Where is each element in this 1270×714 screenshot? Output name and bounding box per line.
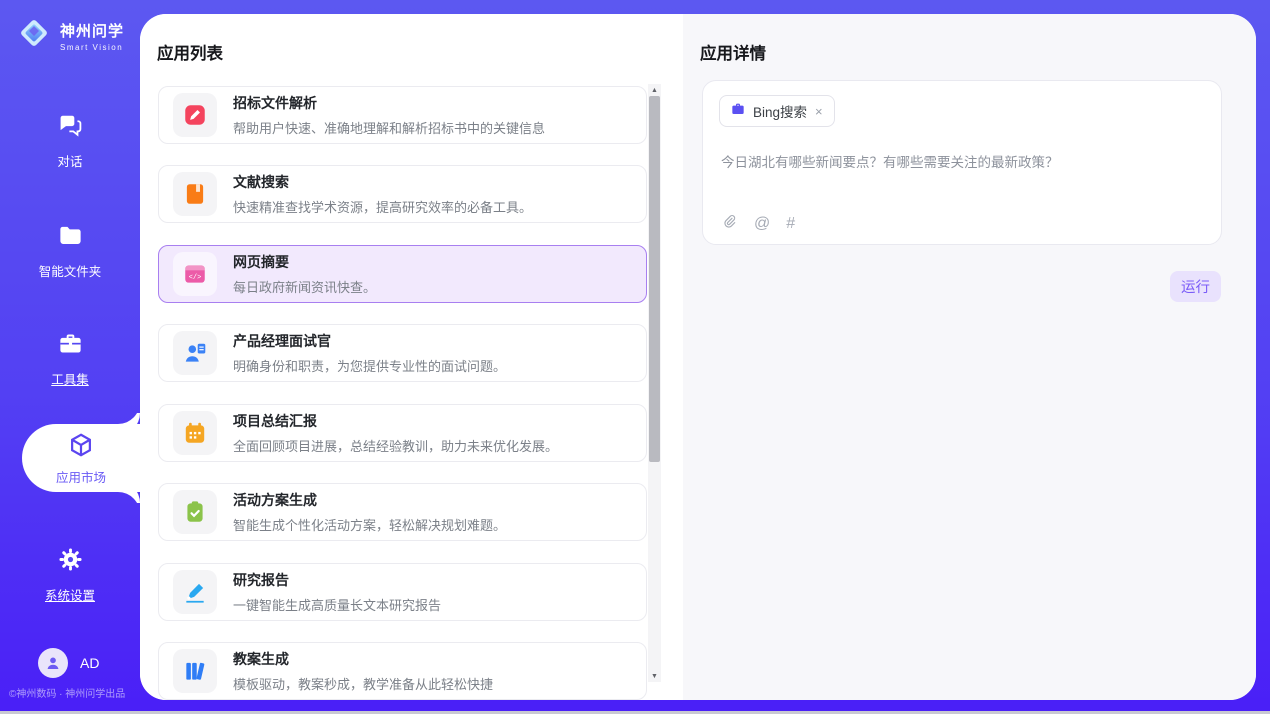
sidebar-item-label: 系统设置 [45,585,95,604]
cube-icon [67,431,95,464]
scroll-up-icon[interactable]: ▲ [648,84,661,96]
folder-icon [57,222,84,254]
interviewer-icon [173,331,217,375]
scrollbar-thumb[interactable] [649,96,660,462]
sidebar-item-smart-folder[interactable]: 智能文件夹 [0,222,140,280]
sidebar-item-label: 应用市场 [56,467,106,486]
sidebar-item-label: 工具集 [51,369,89,388]
app-card-title: 项目总结汇报 [233,411,558,431]
app-card-title: 研究报告 [233,570,441,590]
app-card-event-plan[interactable]: 活动方案生成 智能生成个性化活动方案，轻松解决规划难题。 [158,483,647,541]
brand-name: 神州问学 [60,20,124,41]
sidebar-item-chat[interactable]: 对话 [0,112,140,170]
app-card-desc: 快速精准查找学术资源，提高研究效率的必备工具。 [233,197,532,216]
app-detail-title: 应用详情 [700,40,766,64]
app-card-desc: 帮助用户快速、准确地理解和解析招标书中的关键信息 [233,118,545,137]
app-card-title: 招标文件解析 [233,93,545,113]
hashtag-icon[interactable]: # [786,216,795,232]
svg-text:</>: </> [189,274,202,282]
sidebar-item-toolset[interactable]: 工具集 [0,330,140,388]
app-card-pm-interviewer[interactable]: 产品经理面试官 明确身份和职责，为您提供专业性的面试问题。 [158,324,647,382]
prompt-card: Bing搜索 × 今日湖北有哪些新闻要点？有哪些需要关注的最新政策？ @ # [702,80,1222,245]
app-card-title: 教案生成 [233,649,493,669]
app-card-literature-search[interactable]: 文献搜索 快速精准查找学术资源，提高研究效率的必备工具。 [158,165,647,223]
app-card-title: 文献搜索 [233,172,532,192]
app-list-panel: 应用列表 招标文件解析 帮助用户快速、准确地理解和解析招标书中的关键信息 [140,14,683,700]
brand-subtitle: Smart Vision [60,43,124,52]
sidebar-item-label: 对话 [57,151,82,170]
app-card-research-report[interactable]: 研究报告 一键智能生成高质量长文本研究报告 [158,563,647,621]
app-card-bid-analysis[interactable]: 招标文件解析 帮助用户快速、准确地理解和解析招标书中的关键信息 [158,86,647,144]
clipboard-check-icon [173,490,217,534]
brand-logo: 神州问学 Smart Vision [16,15,124,56]
app-card-title: 活动方案生成 [233,490,506,510]
toolbox-icon [57,330,84,362]
calendar-icon [173,411,217,455]
app-card-title: 网页摘要 [233,252,376,272]
app-card-desc: 模板驱动，教案秒成，教学准备从此轻松快捷 [233,674,493,693]
copyright-footer: ©神州数码 · 神州问学出品 [9,685,139,700]
user-account[interactable]: AD [38,648,99,678]
gear-icon [57,546,84,578]
scroll-down-icon[interactable]: ▼ [648,670,661,682]
app-card-desc: 智能生成个性化活动方案，轻松解决规划难题。 [233,515,506,534]
app-card-desc: 一键智能生成高质量长文本研究报告 [233,595,441,614]
app-card-title: 产品经理面试官 [233,331,506,351]
mention-icon[interactable]: @ [754,216,770,232]
webpage-code-icon: </> [173,252,217,296]
book-icon [173,172,217,216]
main-content: 应用列表 招标文件解析 帮助用户快速、准确地理解和解析招标书中的关键信息 [140,14,1256,700]
tool-chip-bing-search[interactable]: Bing搜索 × [719,95,835,127]
avatar [38,648,68,678]
user-name: AD [80,655,99,671]
close-icon[interactable]: × [814,104,824,119]
app-detail-panel: 应用详情 Bing搜索 × 今日湖北有哪些新闻要点？有哪些需要关注的最新政策？ [683,14,1256,700]
sidebar: 神州问学 Smart Vision 对话 智能文件夹 工具集 [0,0,140,714]
sidebar-item-label: 智能文件夹 [39,261,102,280]
app-card-web-summary[interactable]: </> 网页摘要 每日政府新闻资讯快查。 [158,245,647,303]
tool-chip-label: Bing搜索 [753,101,807,121]
app-card-desc: 全面回顾项目进展，总结经验教训，助力未来优化发展。 [233,436,558,455]
sidebar-item-settings[interactable]: 系统设置 [0,546,140,604]
app-list-title: 应用列表 [157,40,223,64]
app-card-desc: 明确身份和职责，为您提供专业性的面试问题。 [233,356,506,375]
books-icon [173,649,217,693]
run-button[interactable]: 运行 [1170,271,1221,302]
paperclip-icon[interactable] [721,213,738,234]
sidebar-item-app-market[interactable]: 应用市场 [22,424,140,492]
briefcase-icon [730,101,746,122]
composer-toolbar: @ # [721,213,795,234]
app-card-lesson-plan[interactable]: 教案生成 模板驱动，教案秒成，教学准备从此轻松快捷 [158,642,647,700]
diamond-logo-icon [16,15,52,56]
app-card-project-summary[interactable]: 项目总结汇报 全面回顾项目进展，总结经验教训，助力未来优化发展。 [158,404,647,462]
query-input[interactable]: 今日湖北有哪些新闻要点？有哪些需要关注的最新政策？ [721,151,1203,171]
app-card-desc: 每日政府新闻资讯快查。 [233,277,376,296]
app-list-scrollbar[interactable]: ▲ ▼ [648,84,661,682]
edit-document-icon [173,93,217,137]
pen-report-icon [173,570,217,614]
chat-icon [57,112,84,144]
